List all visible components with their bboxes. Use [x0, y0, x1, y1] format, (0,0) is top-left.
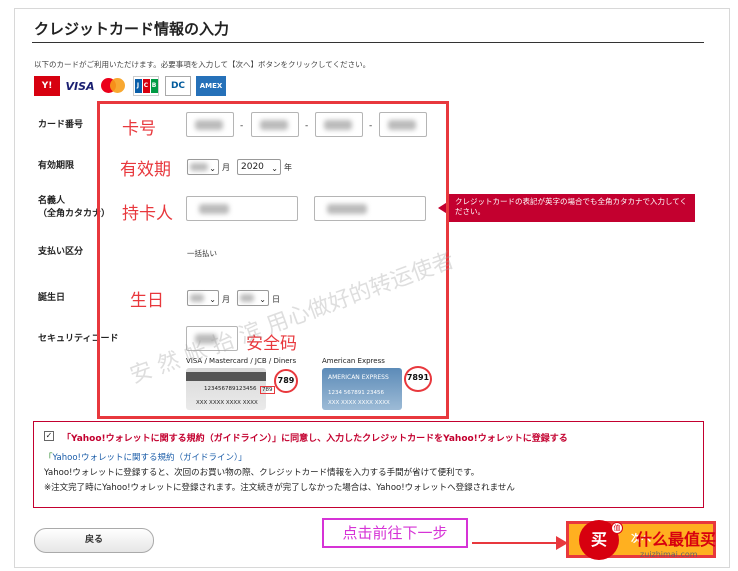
next-step-annotation: 点击前往下一步 — [322, 518, 468, 548]
title-divider — [32, 42, 704, 43]
visa-logo: VISA — [65, 79, 95, 93]
site-watermark-text: 什么最值买 — [636, 530, 717, 549]
annotation-card-number: 卡号 — [122, 119, 156, 139]
birthday-label: 誕生日 — [38, 293, 66, 303]
page-title: クレジットカード情報の入力 — [34, 20, 230, 38]
watermark-badge: 值 — [611, 522, 623, 534]
payment-type-label: 支払い区分 — [38, 247, 84, 257]
diners-club-logo: DC — [165, 76, 191, 96]
site-watermark-url: zuizhimai.com — [640, 550, 698, 559]
annotation-holder: 持卡人 — [122, 204, 173, 224]
arrow-line — [472, 542, 558, 544]
jcb-logo: JCB — [133, 76, 159, 96]
yahoo-japan-card-logo: Y! — [34, 76, 60, 96]
annotation-expiry: 有效期 — [120, 160, 171, 180]
annotation-birthday: 生日 — [130, 291, 164, 311]
wallet-agreement-checkbox[interactable]: ✓ — [44, 431, 54, 441]
mastercard-logo — [99, 76, 129, 96]
wallet-note-text: ※注文完了時にYahoo!ウォレットに登録されます。注文続きが完了しなかった場合… — [44, 483, 515, 493]
card-number-label: カード番号 — [38, 120, 84, 130]
amex-logo: AMEX — [196, 76, 226, 96]
expiry-label: 有効期限 — [38, 161, 75, 171]
wallet-terms-link[interactable]: 「Yahoo!ウォレットに関する規約（ガイドライン）」 — [44, 451, 247, 463]
wallet-benefit-text: Yahoo!ウォレットに登録すると、次回のお買い物の際、クレジットカード情報を入… — [44, 468, 480, 478]
intro-text: 以下のカードがご利用いただけます。必要事項を入力して【次へ】ボタンをクリックして… — [34, 60, 371, 69]
back-button[interactable]: 戻る — [34, 528, 154, 553]
wallet-agreement-text: 「Yahoo!ウォレットに関する規約（ガイドライン）」に同意し、入力したクレジッ… — [62, 434, 568, 444]
katakana-tooltip: クレジットカードの表記が英字の場合でも全角カタカナで入力してください。 — [449, 194, 695, 222]
